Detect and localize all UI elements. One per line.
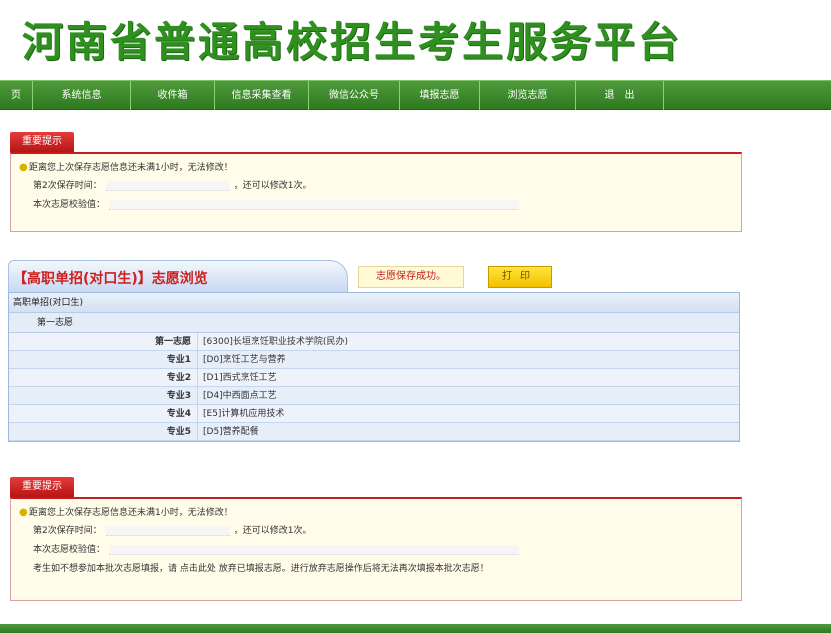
table-row: 专业4 [E5]计算机应用技术	[9, 405, 739, 423]
browse-tab-header: 【高职单招(对口生)】志愿浏览	[8, 260, 348, 292]
nav-browse-application[interactable]: 浏览志愿	[480, 81, 576, 110]
row-label: 专业4	[9, 405, 198, 422]
lightbulb-icon: ●	[19, 507, 28, 518]
application-table: 高职单招(对口生) 第一志愿 第一志愿 [6300]长垣烹饪职业技术学院(民办)…	[8, 292, 740, 442]
row-value: [E5]计算机应用技术	[203, 409, 285, 419]
group-row: 第一志愿	[9, 313, 739, 333]
row-value: [D0]烹饪工艺与营养	[203, 355, 286, 365]
important-notice-bottom: 重要提示 ●距离您上次保存志愿信息还未满1小时，无法修改！ 第2次保存时间： ，还…	[10, 477, 742, 603]
table-row: 专业3 [D4]中西面点工艺	[9, 387, 739, 405]
nav-inbox[interactable]: 收件箱	[131, 81, 215, 110]
notice-tab: 重要提示	[10, 132, 74, 152]
table-row: 第一志愿 [6300]长垣烹饪职业技术学院(民办)	[9, 333, 739, 351]
nav-system-info[interactable]: 系统信息	[33, 81, 131, 110]
row-label: 专业2	[9, 369, 198, 386]
row-value: [D1]西式烹饪工艺	[203, 373, 277, 383]
row-label: 专业3	[9, 387, 198, 404]
redacted-value	[109, 544, 520, 555]
site-title: 河南省普通高校招生考生服务平台	[22, 18, 682, 66]
row-label: 专业1	[9, 351, 198, 368]
browse-title: 【高职单招(对口生)】志愿浏览	[13, 271, 208, 287]
checksum-line: 本次志愿校验值：	[19, 196, 733, 215]
notice-line: ●距离您上次保存志愿信息还未满1小时，无法修改！	[19, 503, 733, 522]
save-time-line: 第2次保存时间： ，还可以修改1次。	[33, 525, 312, 536]
redacted-value	[105, 525, 230, 536]
row-value: [D4]中西面点工艺	[203, 391, 277, 401]
nav-fill-application[interactable]: 填报志愿	[400, 81, 480, 110]
notice-line: ●距离您上次保存志愿信息还未满1小时，无法修改！	[19, 158, 733, 177]
notice-box: ●距离您上次保存志愿信息还未满1小时，无法修改！ 第2次保存时间： ，还可以修改1…	[10, 152, 742, 232]
redacted-value	[105, 180, 230, 191]
table-row: 专业5 [D5]营养配餐	[9, 423, 739, 441]
main-nav: 页 系统信息 收件箱 信息采集查看 微信公众号 填报志愿 浏览志愿 退 出	[0, 80, 831, 110]
row-value: [D5]营养配餐	[203, 427, 259, 437]
abandon-line[interactable]: 考生如不想参加本批次志愿填报，请 点击此处 放弃已填报志愿。进行放弃志愿操作后将…	[19, 560, 733, 579]
nav-home[interactable]: 页	[0, 81, 33, 110]
nav-wechat[interactable]: 微信公众号	[309, 81, 400, 110]
redacted-value	[109, 199, 520, 210]
print-button[interactable]: 打印	[488, 266, 552, 288]
row-value: [6300]长垣烹饪职业技术学院(民办)	[203, 337, 348, 347]
nav-logout[interactable]: 退 出	[576, 81, 664, 110]
checksum-line: 本次志愿校验值：	[19, 541, 733, 560]
lightbulb-icon: ●	[19, 162, 28, 173]
table-body: 第一志愿 [6300]长垣烹饪职业技术学院(民办) 专业1 [D0]烹饪工艺与营…	[9, 333, 739, 441]
category-row: 高职单招(对口生)	[9, 293, 739, 313]
footer-bar	[0, 624, 831, 633]
header-banner: 河南省普通高校招生考生服务平台	[0, 0, 831, 78]
row-label: 专业5	[9, 423, 198, 440]
save-time-line: 第2次保存时间： ，还可以修改1次。	[33, 180, 312, 191]
table-row: 专业2 [D1]西式烹饪工艺	[9, 369, 739, 387]
notice-tab: 重要提示	[10, 477, 74, 497]
save-success-message: 志愿保存成功。	[358, 266, 464, 288]
row-label: 第一志愿	[9, 333, 198, 350]
important-notice-top: 重要提示 ●距离您上次保存志愿信息还未满1小时，无法修改！ 第2次保存时间： ，还…	[10, 132, 742, 236]
table-row: 专业1 [D0]烹饪工艺与营养	[9, 351, 739, 369]
notice-box: ●距离您上次保存志愿信息还未满1小时，无法修改！ 第2次保存时间： ，还可以修改1…	[10, 497, 742, 601]
nav-info-collection[interactable]: 信息采集查看	[215, 81, 309, 110]
